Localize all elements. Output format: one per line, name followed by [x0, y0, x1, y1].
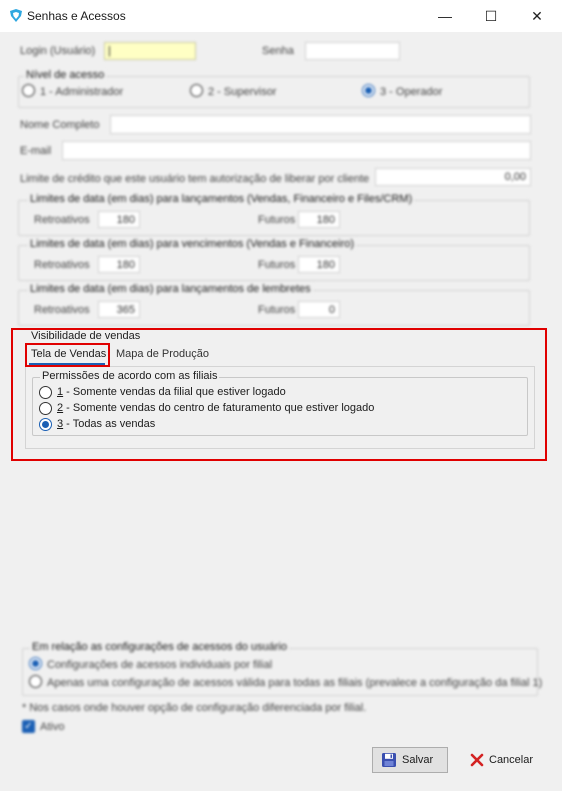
ativo-label: Ativo	[40, 721, 65, 733]
limites-lancamentos-retro-label: Retroativos	[34, 214, 90, 226]
maximize-button[interactable]: ☐	[468, 0, 514, 32]
login-input[interactable]: |	[104, 42, 196, 60]
limites-lancamentos-retro-value: 180	[116, 214, 135, 226]
cancelar-button[interactable]: Cancelar	[462, 747, 544, 773]
config-radio-2[interactable]	[29, 675, 42, 688]
limites-vencimentos-retro-value: 180	[116, 259, 135, 271]
limites-vencimentos-caption: Limites de data (em dias) para venciment…	[28, 238, 357, 250]
limites-lembretes-futuros-input[interactable]: 0	[298, 301, 340, 318]
senha-input[interactable]	[305, 42, 400, 60]
tab-mapa-de-producao[interactable]: Mapa de Produção	[116, 348, 209, 360]
limites-lancamentos-retro-input[interactable]: 180	[98, 211, 140, 228]
nivel-radio-3[interactable]	[362, 84, 375, 97]
salvar-button[interactable]: Salvar	[372, 747, 448, 773]
limites-vencimentos-futuros-label: Futuros	[258, 259, 296, 271]
nivel-option-1-label: 1 - Administrador	[40, 86, 124, 98]
login-input-value: |	[108, 45, 111, 57]
limites-vencimentos-retro-label: Retroativos	[34, 259, 90, 271]
senha-label: Senha	[262, 45, 294, 57]
dialog-content: Login (Usuário) | Senha Nível de acesso …	[0, 32, 562, 791]
nivel-radio-1[interactable]	[22, 84, 35, 97]
login-label: Login (Usuário)	[20, 45, 96, 57]
limites-lembretes-futuros-value: 0	[328, 304, 335, 316]
permissao-option-2-text: - Somente vendas do centro de faturament…	[63, 402, 375, 414]
permissao-radio-1[interactable]	[39, 386, 52, 399]
limites-lancamentos-caption: Limites de data (em dias) para lançament…	[28, 193, 415, 205]
nome-label: Nome Completo	[20, 119, 100, 131]
permissao-option-2: 2 - Somente vendas do centro de faturame…	[57, 402, 374, 414]
limites-lembretes-retro-input[interactable]: 365	[98, 301, 140, 318]
salvar-label: Salvar	[402, 754, 434, 766]
permissao-radio-2[interactable]	[39, 402, 52, 415]
credito-input[interactable]: 0,00	[375, 168, 531, 186]
nivel-radio-2[interactable]	[190, 84, 203, 97]
credito-value: 0,00	[504, 171, 526, 183]
limites-lembretes-retro-label: Retroativos	[34, 304, 90, 316]
limites-lancamentos-futuros-input[interactable]: 180	[298, 211, 340, 228]
app-key-icon	[10, 9, 22, 22]
title-bar: Senhas e Acessos — ☐ ✕	[0, 0, 562, 32]
config-acessos-caption: Em relação as configurações de acessos d…	[30, 641, 289, 653]
tab-tela-de-vendas[interactable]: Tela de Vendas	[31, 348, 106, 360]
nivel-acesso-caption: Nível de acesso	[24, 69, 107, 81]
config-option-1-label: Configurações de acessos individuais por…	[47, 659, 273, 671]
close-button[interactable]: ✕	[514, 0, 560, 32]
permissao-option-1-text: - Somente vendas da filial que estiver l…	[63, 386, 286, 398]
window-title: Senhas e Acessos	[27, 9, 126, 23]
permissao-option-1: 1 - Somente vendas da filial que estiver…	[57, 386, 286, 398]
limites-lancamentos-futuros-value: 180	[316, 214, 335, 226]
minimize-button[interactable]: —	[422, 0, 468, 32]
visibilidade-caption: Visibilidade de vendas	[31, 330, 141, 342]
nivel-option-2-label: 2 - Supervisor	[208, 86, 277, 98]
config-radio-1[interactable]	[29, 657, 42, 670]
email-input[interactable]	[62, 141, 531, 160]
permissao-radio-3[interactable]	[39, 418, 52, 431]
limites-lembretes-caption: Limites de data (em dias) para lançament…	[28, 283, 313, 295]
limites-lembretes-futuros-label: Futuros	[258, 304, 296, 316]
tab-active-underline	[29, 363, 105, 365]
limites-lancamentos-futuros-label: Futuros	[258, 214, 296, 226]
nivel-option-3-label: 3 - Operador	[380, 86, 443, 98]
credito-label: Limite de crédito que este usuário tem a…	[20, 173, 370, 185]
cancel-x-icon	[470, 753, 484, 767]
limites-vencimentos-retro-input[interactable]: 180	[98, 256, 140, 273]
limites-vencimentos-futuros-input[interactable]: 180	[298, 256, 340, 273]
limites-lembretes-retro-value: 365	[116, 304, 135, 316]
config-option-2-label: Apenas uma configuração de acessos válid…	[47, 677, 543, 689]
permissao-option-3: 3 - Todas as vendas	[57, 418, 155, 430]
save-disk-icon	[382, 753, 396, 767]
email-label: E-mail	[20, 145, 52, 157]
cancelar-label: Cancelar	[489, 754, 534, 766]
permissoes-caption: Permissões de acordo com as filiais	[40, 370, 220, 382]
permissao-option-3-text: - Todas as vendas	[63, 418, 156, 430]
nome-input[interactable]	[110, 115, 531, 134]
ativo-checkbox[interactable]: ✓	[22, 720, 35, 733]
limites-vencimentos-futuros-value: 180	[316, 259, 335, 271]
config-note: * Nos casos onde houver opção de configu…	[22, 702, 367, 714]
